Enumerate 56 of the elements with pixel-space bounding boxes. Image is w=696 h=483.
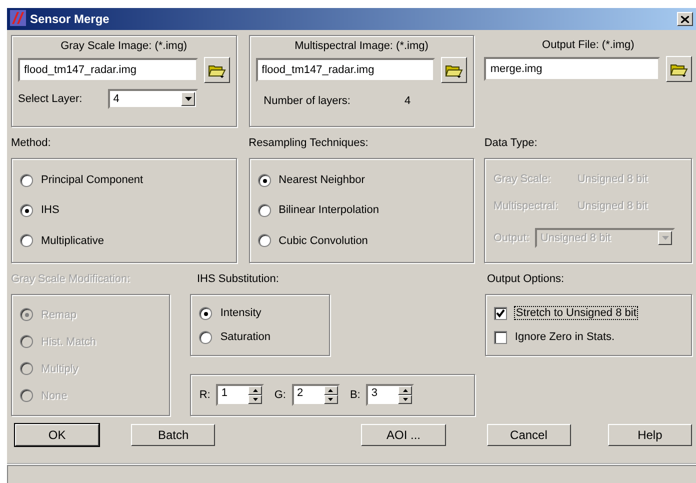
window-title: Sensor Merge	[30, 12, 110, 26]
checkbox[interactable]	[494, 330, 507, 344]
radio-button[interactable]	[258, 234, 271, 248]
field-label: Number of layers:	[264, 95, 350, 107]
group-label: Output File: (*.img)	[541, 39, 636, 51]
radio-button[interactable]	[20, 204, 33, 217]
field-label: G:	[274, 389, 286, 401]
radio-label[interactable]: Cubic Convolution	[278, 234, 368, 247]
dialog-button[interactable]: Batch	[131, 424, 216, 446]
dialog-button[interactable]: Cancel	[486, 424, 571, 446]
file-path-field[interactable]: flood_tm147_radar.img	[18, 58, 198, 82]
checkbox-label[interactable]: Ignore Zero in Stats.	[514, 331, 615, 343]
checkbox-label[interactable]: Stretch to Unsigned 8 bit	[514, 307, 638, 319]
radio-label[interactable]: Bilinear Interpolation	[278, 204, 379, 216]
field-label: B:	[350, 389, 360, 401]
radio-label[interactable]: Saturation	[220, 331, 270, 343]
field-label: R:	[199, 389, 210, 401]
folder-icon	[670, 62, 688, 76]
radio-button[interactable]	[199, 306, 212, 320]
file-path-field[interactable]: flood_tm147_radar.img	[256, 58, 436, 82]
radio-button[interactable]	[258, 204, 271, 217]
folder-icon	[208, 62, 226, 78]
layer-count: 4	[404, 95, 411, 107]
close-button[interactable]	[677, 12, 693, 26]
radio-label[interactable]: Multiplicative	[41, 234, 104, 247]
radio-button[interactable]	[20, 174, 33, 187]
section-label: Output Options:	[487, 272, 564, 284]
radio-label[interactable]: Principal Component	[41, 174, 144, 186]
group-label: Gray Scale Image: (*.img)	[60, 40, 188, 52]
checkbox[interactable]	[494, 306, 507, 320]
radio-button[interactable]	[20, 234, 33, 248]
app-icon	[10, 10, 26, 26]
radio-button[interactable]	[258, 174, 271, 187]
radio-label[interactable]: Intensity	[220, 307, 262, 319]
dialog-button[interactable]: Help	[608, 424, 692, 446]
band-spinner[interactable]: 1	[216, 384, 264, 406]
browse-button[interactable]	[666, 56, 692, 82]
dialog-button[interactable]: OK	[15, 424, 100, 446]
file-path-field[interactable]: merge.img	[484, 57, 660, 81]
radio-button[interactable]	[199, 330, 212, 344]
folder-icon	[445, 62, 464, 78]
radio-label[interactable]: Nearest Neighbor	[278, 174, 365, 186]
group-label: Multispectral Image: (*.img)	[294, 40, 430, 52]
radio-label[interactable]: IHS	[41, 204, 60, 216]
dialog-button[interactable]: AOI ...	[361, 424, 446, 446]
section-label: Resampling Techniques:	[248, 136, 368, 148]
band-spinner[interactable]: 3	[366, 384, 414, 406]
field-label: Select Layer:	[18, 93, 82, 105]
browse-button[interactable]	[204, 57, 230, 83]
browse-button[interactable]	[441, 57, 468, 83]
band-spinner[interactable]: 2	[292, 384, 340, 406]
section-label: IHS Substitution:	[197, 272, 279, 284]
layer-dropdown[interactable]: 4	[108, 89, 198, 109]
section-label: Method:	[11, 136, 51, 148]
section-label: Data Type:	[484, 136, 538, 148]
close-icon	[681, 16, 689, 22]
